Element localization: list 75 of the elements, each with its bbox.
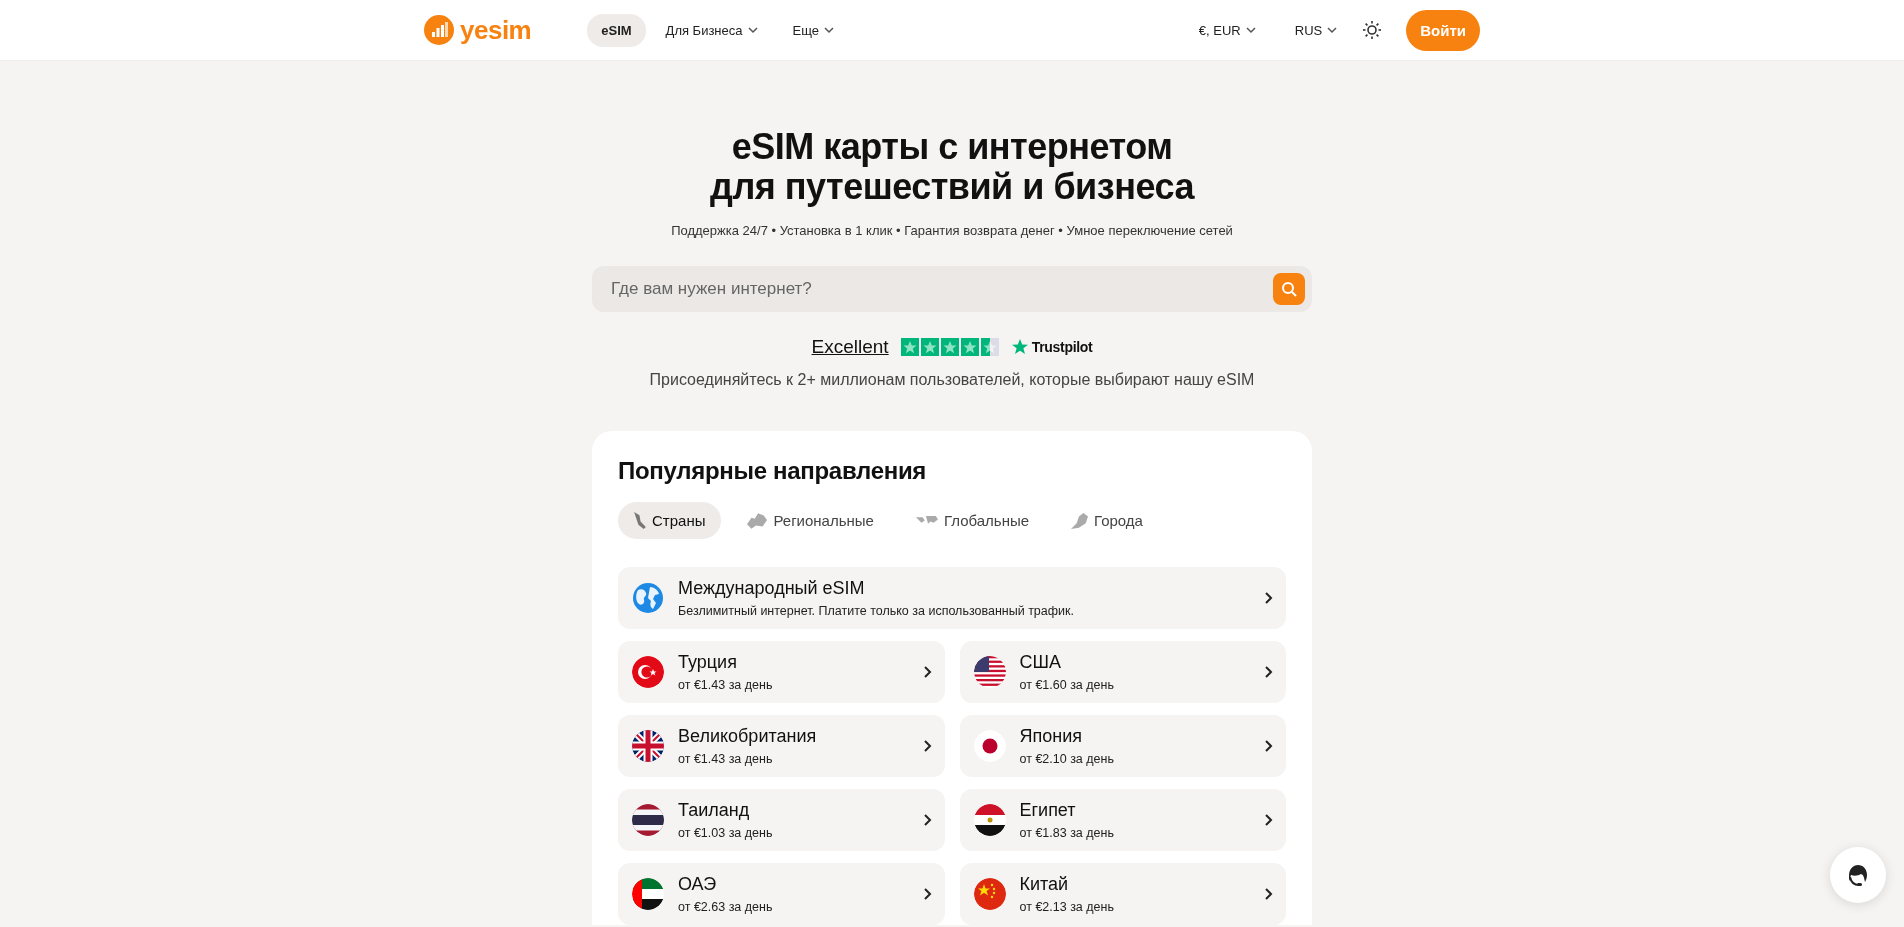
destination-name: ОАЭ — [678, 874, 718, 895]
currency-selector[interactable]: €, EUR — [1184, 13, 1271, 47]
chevron-right-icon — [1262, 813, 1274, 827]
star-icon — [1010, 338, 1029, 356]
feature-list: Поддержка 24/7 • Установка в 1 клик • Гарантия возврата денег • Умное переключение сетей — [671, 223, 1233, 238]
destination-row[interactable]: Таиланд от €1.03 за день — [618, 789, 945, 851]
flag-icon — [973, 656, 1006, 688]
nav-tab[interactable]: Для Бизнеса — [651, 13, 773, 47]
destination-name: Турция — [678, 652, 738, 673]
star-icon — [940, 338, 959, 356]
sun-icon[interactable] — [1362, 20, 1383, 40]
chevron-down-icon — [1326, 24, 1339, 36]
destination-row[interactable]: Международный eSIM Безлимитный интернет. Платите только за использованный трафик. — [618, 567, 1286, 629]
destination-price: от €1.60 за день — [1019, 678, 1115, 692]
globe-icon — [632, 582, 664, 614]
destination-name: Великобритания — [678, 726, 818, 747]
join-text: Присоединяйтесь к 2+ миллионам пользователей, которые выбирают нашу eSIM — [649, 371, 1255, 389]
chevron-right-icon — [1262, 739, 1274, 753]
search-icon — [1281, 281, 1297, 297]
language-selector[interactable]: RUS — [1280, 13, 1353, 47]
destination-row[interactable]: Великобритания от €1.43 за день — [618, 715, 945, 777]
destination-price: от €1.43 за день — [678, 678, 774, 692]
map-icon — [747, 512, 768, 529]
search-field[interactable]: Где вам нужен интернет? — [609, 278, 1273, 300]
flag-icon — [632, 878, 664, 910]
destination-name: Египет — [1019, 800, 1077, 821]
destination-price: от €1.03 за день — [678, 826, 774, 840]
flag-icon — [632, 804, 664, 836]
category-tab[interactable]: Региональные — [731, 502, 890, 539]
category-tab[interactable]: Страны — [618, 502, 722, 539]
flag-icon — [632, 656, 664, 688]
nav-tab[interactable]: Еще — [778, 13, 849, 47]
destination-name: США — [1019, 652, 1062, 673]
destination-description: Безлимитный интернет. Платите только за использованный трафик. — [678, 604, 1075, 618]
destination-price: от €1.43 за день — [678, 752, 774, 766]
star-icon — [900, 338, 919, 356]
destination-row[interactable]: США от €1.60 за день — [959, 641, 1286, 703]
destination-name: Япония — [1019, 726, 1083, 747]
trustpilot-logo: Trustpilot — [1010, 338, 1093, 356]
destination-row[interactable]: Египет от €1.83 за день — [959, 789, 1286, 851]
destination-name: Международный eSIM — [678, 578, 866, 599]
hero-title: eSIM карты с интернетом для путешествий и бизнеса — [710, 127, 1194, 207]
star-icon — [920, 338, 939, 356]
destination-price: от €2.10 за день — [1019, 752, 1115, 766]
chevron-down-icon — [1244, 24, 1257, 36]
logo-icon — [424, 15, 454, 45]
category-tab[interactable]: Глобальные — [899, 502, 1046, 539]
destination-row[interactable]: Япония от €2.10 за день — [959, 715, 1286, 777]
search-button[interactable] — [1273, 273, 1305, 305]
destination-price: от €2.63 за день — [678, 900, 774, 914]
flag-icon — [973, 804, 1006, 836]
chevron-right-icon — [1262, 665, 1274, 679]
destination-row[interactable]: ОАЭ от €2.63 за день — [618, 863, 945, 925]
chevron-right-icon — [1262, 887, 1274, 901]
chat-button[interactable] — [1830, 847, 1886, 903]
destination-row[interactable]: Китай от €2.13 за день — [959, 863, 1286, 925]
star-icon — [980, 338, 999, 356]
flag-icon — [632, 730, 664, 762]
destination-price: от €1.83 за день — [1019, 826, 1115, 840]
map-icon — [915, 516, 938, 525]
chevron-right-icon — [1262, 591, 1274, 605]
destination-name: Таиланд — [678, 800, 751, 821]
destination-name: Китай — [1019, 874, 1070, 895]
map-icon — [634, 512, 646, 529]
search-bar[interactable]: Где вам нужен интернет? — [592, 266, 1312, 312]
destination-row[interactable]: Турция от €1.43 за день — [618, 641, 945, 703]
category-tab[interactable]: Города — [1055, 502, 1159, 539]
flag-icon — [973, 730, 1006, 762]
destination-price: от €2.13 за день — [1019, 900, 1115, 914]
nav-tab[interactable]: eSIM — [587, 13, 646, 47]
section-title: Популярные направления — [618, 457, 928, 485]
map-icon — [1071, 512, 1089, 529]
rating-label[interactable]: Excellent — [811, 336, 889, 358]
star-icon — [960, 338, 979, 356]
flag-icon — [973, 878, 1006, 910]
